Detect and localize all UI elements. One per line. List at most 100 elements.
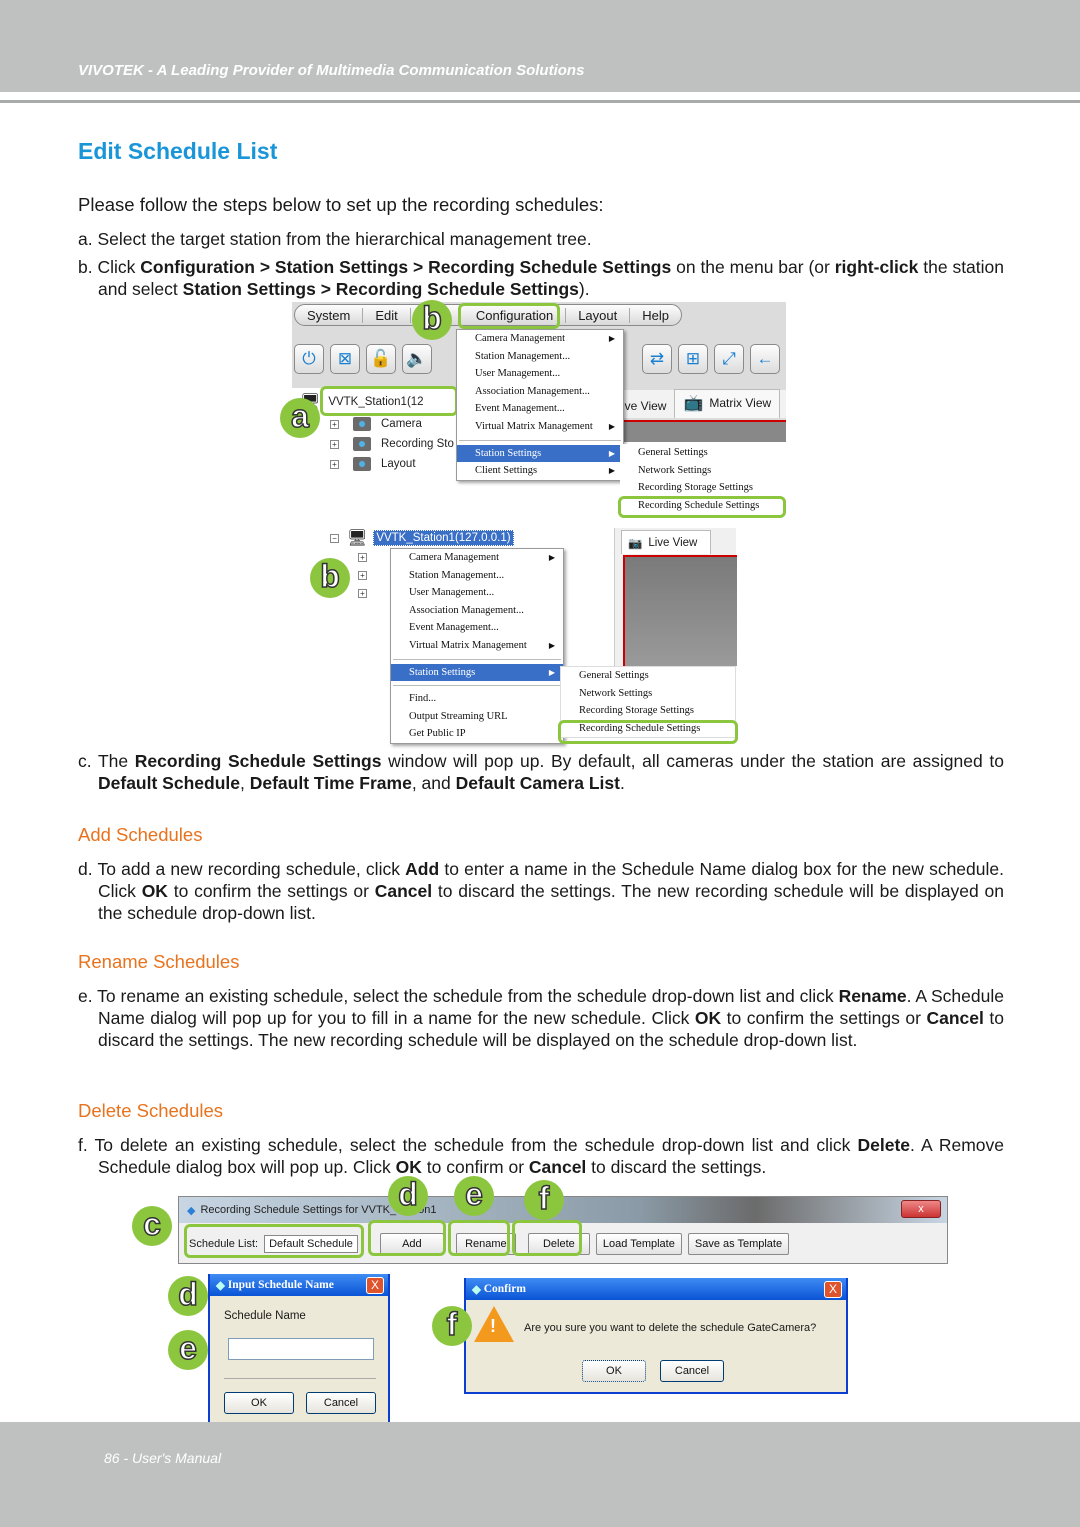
ctx-output-streaming-url[interactable]: Output Streaming URL: [391, 708, 563, 726]
page-footer-band: [0, 1422, 1080, 1527]
unlock-icon[interactable]: 🔓: [366, 344, 396, 374]
submenu-recording-storage-settings[interactable]: Recording Storage Settings: [620, 479, 786, 497]
tab-live-view-2[interactable]: 📷 Live View: [621, 530, 711, 554]
load-template-button[interactable]: Load Template: [595, 1233, 682, 1255]
dialog-cancel-button[interactable]: Cancel: [306, 1392, 376, 1414]
schedule-name-label: Schedule Name: [224, 1310, 306, 1322]
speaker-icon[interactable]: 🔈: [402, 344, 432, 374]
menu-system[interactable]: System: [295, 307, 364, 323]
menu-item-station-settings[interactable]: Station Settings ▶: [457, 444, 623, 463]
camera-icon: 📷: [628, 537, 643, 550]
computer-icon: 🖥: [347, 530, 368, 547]
step-badge-c: c: [132, 1205, 172, 1246]
header-tagline: VIVOTEK - A Leading Provider of Multimed…: [78, 62, 585, 79]
expand-icon[interactable]: +: [330, 419, 339, 429]
menu-layout[interactable]: Layout: [566, 307, 631, 323]
subheading-delete-schedules: Delete Schedules: [78, 1100, 224, 1121]
back-arrow-icon[interactable]: ←: [750, 344, 780, 374]
dialog-ok-button[interactable]: OK: [224, 1392, 294, 1414]
subheading-add-schedules: Add Schedules: [78, 824, 203, 845]
step-f: f. To delete an existing schedule, selec…: [78, 1135, 1004, 1177]
highlight-schedule-list: [184, 1224, 364, 1258]
submenu2-recording-storage-settings[interactable]: Recording Storage Settings: [561, 702, 735, 720]
menu-item-camera-management[interactable]: Camera Management ▶: [457, 330, 623, 348]
step-e: e. To rename an existing schedule, selec…: [78, 986, 1004, 1050]
collapse-icon[interactable]: −: [330, 533, 339, 543]
tree-station-selected[interactable]: − 🖥 VVTK_Station1(127.0.0.1): [330, 528, 570, 548]
menu-item-station-management[interactable]: Station Management...: [457, 348, 623, 366]
folder-icon: [353, 457, 371, 471]
save-as-template-button[interactable]: Save as Template: [687, 1233, 790, 1255]
confirm-cancel-button[interactable]: Cancel: [660, 1360, 724, 1382]
ctx-event-management[interactable]: Event Management...: [391, 619, 563, 637]
submenu-general-settings[interactable]: General Settings: [620, 444, 786, 462]
menu-item-association-management[interactable]: Association Management...: [457, 383, 623, 401]
tv-icon: 📺: [683, 395, 704, 412]
ctx-camera-management[interactable]: Camera Management ▶: [391, 549, 563, 567]
station-context-menu: Camera Management ▶ Station Management...…: [390, 548, 564, 744]
disconnect-icon[interactable]: ⊠: [330, 344, 360, 374]
menu-item-client-settings[interactable]: Client Settings ▶: [457, 462, 623, 480]
configuration-menu: Camera Management ▶ Station Management...…: [456, 329, 624, 481]
menu-item-virtual-matrix-management[interactable]: Virtual Matrix Management ▶: [457, 418, 623, 436]
folder-icon: [353, 437, 371, 451]
tree-item-layout[interactable]: + Layout: [300, 454, 460, 474]
window-close-button[interactable]: x: [901, 1200, 941, 1218]
step-badge-a: a: [280, 397, 320, 438]
dialog-close-button[interactable]: X: [366, 1277, 384, 1294]
expand-icon[interactable]: +: [358, 570, 367, 580]
view-tabs: ive View 📺 Matrix View: [622, 389, 786, 418]
input-schedule-name-dialog: ◆ Input Schedule Name X Schedule Name OK…: [208, 1274, 390, 1424]
submenu2-general-settings[interactable]: General Settings: [561, 667, 735, 685]
ctx-find[interactable]: Find...: [391, 690, 563, 708]
toolbar-left: ⏻ ⊠ 🔓 🔈: [294, 344, 432, 374]
highlight-delete: [512, 1220, 582, 1256]
menu-edit[interactable]: Edit: [363, 307, 411, 323]
fullscreen-icon[interactable]: ⤢: [714, 344, 744, 374]
ctx-station-management[interactable]: Station Management...: [391, 567, 563, 585]
expand-icon[interactable]: +: [330, 439, 339, 449]
grid-layout-icon[interactable]: ⊞: [678, 344, 708, 374]
ctx-get-public-ip[interactable]: Get Public IP: [391, 725, 563, 743]
live-video-frame: [623, 555, 737, 666]
expand-icon[interactable]: +: [358, 552, 367, 562]
power-icon[interactable]: ⏻: [294, 344, 324, 374]
menu-item-event-management[interactable]: Event Management...: [457, 400, 623, 418]
ctx-user-management[interactable]: User Management...: [391, 584, 563, 602]
expand-icon[interactable]: +: [330, 459, 339, 469]
expand-icon[interactable]: +: [358, 588, 367, 598]
app-logo-icon: ◆: [472, 1284, 484, 1296]
submenu2-network-settings[interactable]: Network Settings: [561, 685, 735, 703]
step-badge-f: f: [524, 1179, 564, 1220]
tree-item-camera[interactable]: + Camera: [300, 414, 460, 434]
step-d: d. To add a new recording schedule, clic…: [78, 859, 1004, 923]
highlight-recording-schedule-1: [618, 496, 786, 518]
ctx-station-settings[interactable]: Station Settings ▶: [391, 663, 563, 682]
menu-item-user-management[interactable]: User Management...: [457, 365, 623, 383]
tab-matrix-view[interactable]: 📺 Matrix View: [674, 389, 781, 418]
swap-icon[interactable]: ⇄: [642, 344, 672, 374]
subheading-rename-schedules: Rename Schedules: [78, 951, 240, 972]
confirm-close-button[interactable]: X: [824, 1281, 842, 1298]
menu-help[interactable]: Help: [630, 308, 681, 323]
intro-text: Please follow the steps below to set up …: [78, 194, 604, 215]
tree-item-recording-storage[interactable]: + Recording Sto: [300, 434, 460, 454]
step-badge-b-2: b: [310, 557, 350, 598]
tab-live-view[interactable]: ive View: [622, 399, 674, 418]
step-badge-b: b: [412, 299, 452, 340]
confirm-message: Are you sure you want to delete the sche…: [524, 1322, 817, 1334]
confirm-ok-button[interactable]: OK: [582, 1360, 646, 1382]
schedule-name-input[interactable]: [228, 1338, 374, 1360]
submenu-network-settings[interactable]: Network Settings: [620, 462, 786, 480]
confirm-titlebar: ◆ Confirm: [466, 1278, 846, 1300]
step-c: c. The Recording Schedule Settings windo…: [78, 751, 1004, 793]
app-logo-icon: ◆: [216, 1280, 228, 1292]
ctx-virtual-matrix-management[interactable]: Virtual Matrix Management ▶: [391, 637, 563, 655]
confirm-delete-dialog: ◆ Confirm X ! Are you sure you want to d…: [464, 1278, 848, 1394]
folder-icon: [353, 417, 371, 431]
highlight-rename: [448, 1220, 510, 1256]
highlight-add: [368, 1220, 446, 1256]
page-title: Edit Schedule List: [78, 138, 278, 164]
page-number: 86 - User's Manual: [104, 1450, 222, 1466]
ctx-association-management[interactable]: Association Management...: [391, 602, 563, 620]
